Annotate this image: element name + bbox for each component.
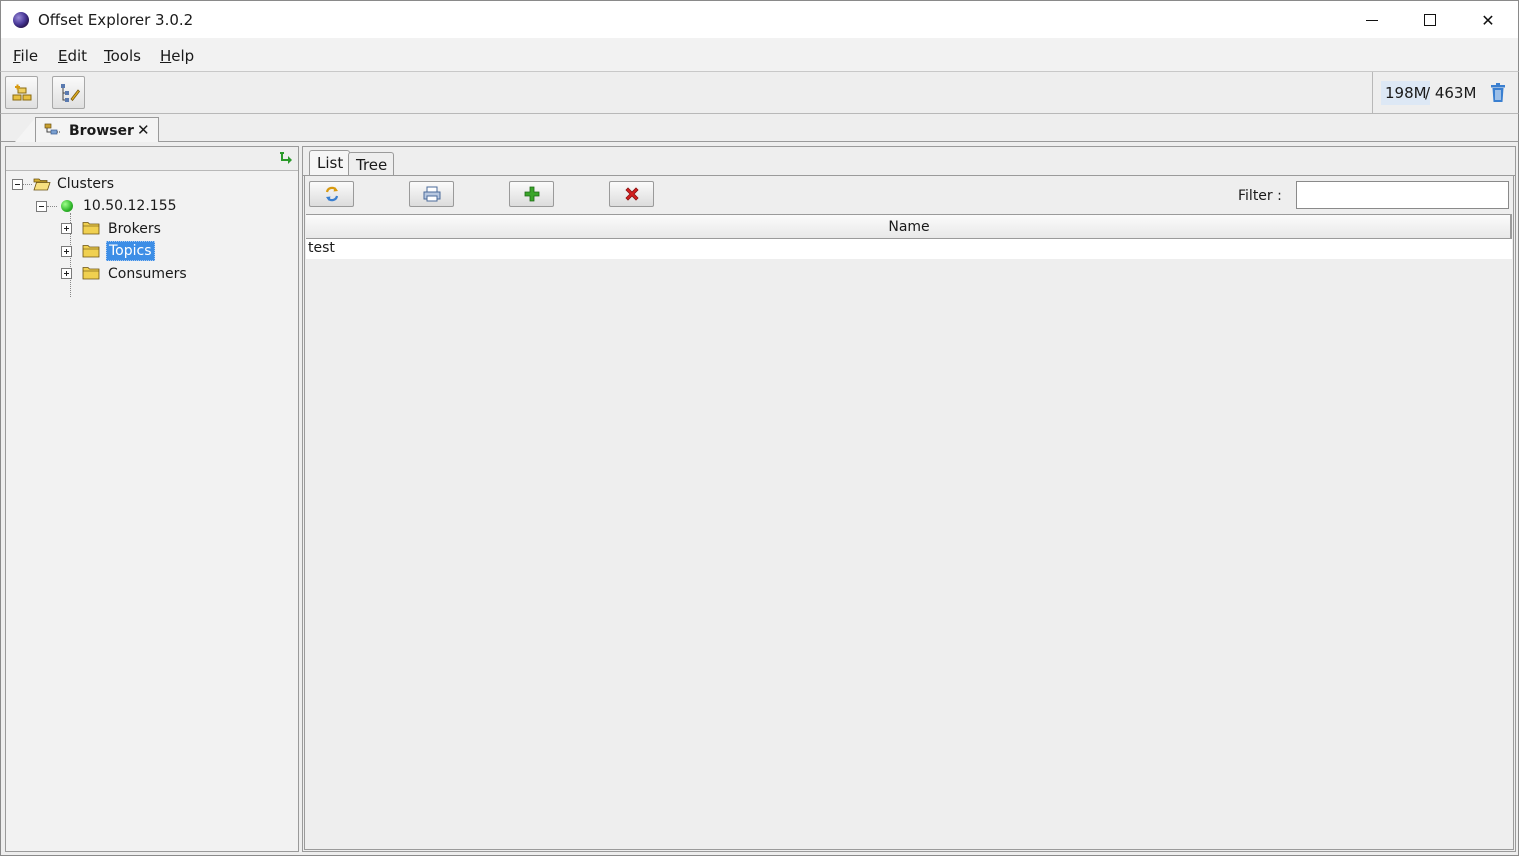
filter-input[interactable] [1296, 181, 1509, 209]
list-tab-content: Filter : Name test [304, 176, 1514, 850]
memory-total: / 463M [1425, 84, 1477, 102]
column-header-label: Name [888, 219, 930, 235]
minimize-button[interactable] [1343, 1, 1401, 39]
filter-label: Filter : [1238, 188, 1282, 204]
memory-used: 198M [1381, 81, 1430, 105]
close-window-button[interactable]: ✕ [1459, 1, 1517, 39]
menu-help[interactable]: Help [160, 47, 194, 65]
expand-icon[interactable] [61, 223, 72, 234]
menu-tools[interactable]: Tools [104, 47, 141, 65]
tree-node-brokers[interactable]: Brokers [6, 218, 298, 240]
app-logo-icon [13, 12, 29, 28]
collapse-icon[interactable] [12, 179, 23, 190]
tree-label-cluster: 10.50.12.155 [83, 198, 177, 214]
tree-panel-header [6, 147, 298, 171]
connected-status-icon [61, 200, 73, 212]
delete-x-icon [624, 187, 639, 201]
topics-table: Name test [306, 214, 1512, 848]
expand-icon[interactable] [61, 268, 72, 279]
printer-icon [423, 186, 440, 202]
add-cluster-button[interactable] [5, 76, 38, 109]
tree-node-topics[interactable]: Topics [6, 240, 298, 262]
header-edge [1510, 215, 1512, 239]
tab-browser-label: Browser [69, 123, 134, 139]
document-tab-strip: Browser ✕ [0, 114, 1519, 143]
folder-icon [82, 245, 100, 258]
menu-bar: File Edit Tools Help [0, 38, 1519, 72]
delete-topic-button[interactable] [609, 181, 654, 207]
menu-file[interactable]: File [13, 47, 38, 65]
minimize-icon [1366, 19, 1378, 21]
cluster-tree: Clusters 10.50.12.155 Brokers Topics Con… [6, 171, 298, 851]
tree-node-consumers[interactable]: Consumers [6, 263, 298, 285]
window-title: Offset Explorer 3.0.2 [38, 11, 194, 29]
main-content: Clusters 10.50.12.155 Brokers Topics Con… [0, 142, 1519, 856]
column-header-name[interactable]: Name [306, 215, 1512, 239]
tree-edit-icon [60, 83, 80, 102]
tree-label-topics: Topics [106, 241, 155, 261]
collapse-icon[interactable] [36, 201, 47, 212]
folder-icon [82, 222, 100, 235]
toolbar: 198M / 463M [0, 72, 1519, 114]
title-bar: Offset Explorer 3.0.2 ✕ [0, 0, 1519, 38]
refresh-button[interactable] [309, 181, 354, 207]
table-row[interactable]: test [306, 239, 1512, 259]
topics-panel: List Tree Filter: Name test [302, 146, 1516, 852]
browser-tree-icon [44, 123, 61, 135]
expand-arrow-icon[interactable] [279, 151, 295, 167]
open-folder-icon [33, 178, 51, 191]
tab-list[interactable]: List [309, 150, 351, 177]
close-icon: ✕ [1481, 10, 1495, 30]
add-topic-button[interactable] [509, 181, 554, 207]
tree-label-clusters: Clusters [57, 176, 114, 192]
menu-edit[interactable]: Edit [58, 47, 87, 65]
tab-browser[interactable]: Browser ✕ [35, 117, 159, 143]
tree-label-brokers: Brokers [108, 221, 161, 237]
tree-label-consumers: Consumers [108, 266, 187, 282]
tree-node-clusters[interactable]: Clusters [6, 173, 298, 195]
plus-icon [524, 186, 539, 202]
close-tab-icon[interactable]: ✕ [137, 121, 150, 139]
folder-icon [82, 267, 100, 280]
add-cluster-icon [12, 84, 31, 100]
trash-icon[interactable] [1489, 83, 1507, 103]
edit-tree-button[interactable] [52, 76, 85, 109]
topic-name-cell: test [308, 240, 335, 256]
print-button[interactable] [409, 181, 454, 207]
tree-node-cluster[interactable]: 10.50.12.155 [6, 195, 298, 217]
refresh-icon [325, 186, 338, 202]
maximize-icon [1424, 14, 1436, 26]
tab-tree[interactable]: Tree [348, 152, 395, 176]
expand-icon[interactable] [61, 246, 72, 257]
memory-indicator: 198M / 463M [1372, 72, 1519, 113]
maximize-button[interactable] [1401, 1, 1459, 39]
cluster-tree-panel: Clusters 10.50.12.155 Brokers Topics Con… [5, 146, 299, 852]
